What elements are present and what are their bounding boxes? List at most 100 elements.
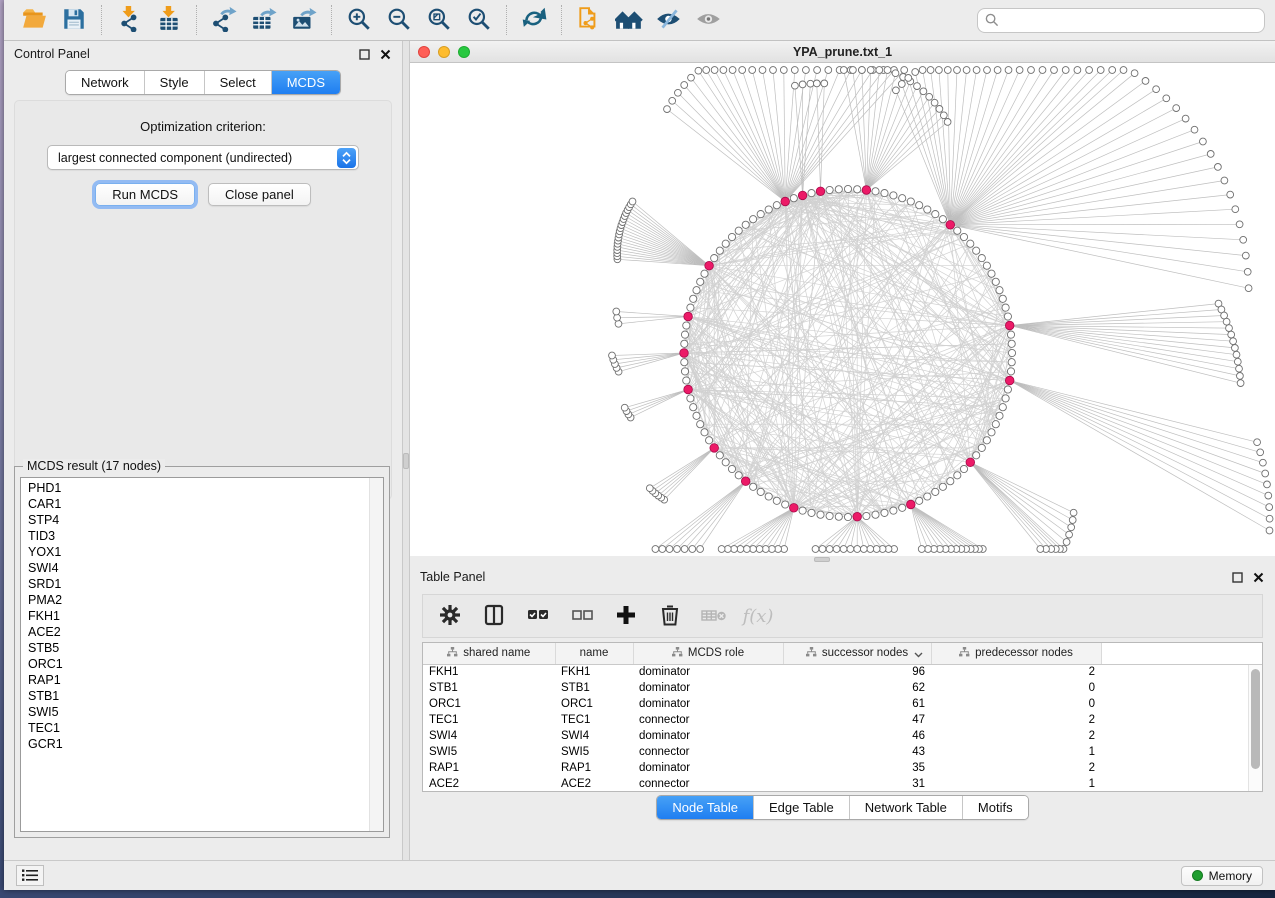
column-visibility-button[interactable] [477, 599, 511, 633]
open-session-button[interactable] [14, 3, 54, 37]
search-input[interactable] [977, 8, 1265, 33]
select-stepper-icon [337, 148, 356, 168]
mcds-list-scrollbar[interactable] [369, 478, 383, 831]
optimization-criterion-label: Optimization criterion: [15, 119, 391, 134]
table-row[interactable]: STB1STB1dominator620 [423, 680, 1262, 696]
column-header-successor-nodes[interactable]: successor nodes [783, 643, 931, 664]
cell-MCDS-role: dominator [633, 760, 783, 776]
refresh-layout-button[interactable] [514, 3, 554, 37]
mcds-result-item[interactable]: SWI4 [21, 560, 383, 576]
select-all-columns-icon [525, 603, 551, 630]
vertical-splitter-grip[interactable] [403, 453, 409, 469]
export-network-button[interactable] [204, 3, 244, 37]
cell-MCDS-role: dominator [633, 664, 783, 680]
close-window-icon[interactable] [418, 46, 430, 58]
column-header-name[interactable]: name [555, 643, 633, 664]
optimization-criterion-select[interactable]: largest connected component (undirected) [47, 145, 359, 170]
mcds-result-item[interactable]: STB5 [21, 640, 383, 656]
first-neighbors-button[interactable] [609, 3, 649, 37]
tab-motifs[interactable]: Motifs [962, 796, 1028, 819]
mcds-result-item[interactable]: TEC1 [21, 720, 383, 736]
tab-select[interactable]: Select [204, 71, 271, 94]
import-network-button[interactable] [109, 3, 149, 37]
memory-button[interactable]: Memory [1181, 866, 1263, 886]
import-table-icon [156, 6, 182, 35]
column-header-MCDS-role[interactable]: MCDS role [633, 643, 783, 664]
mcds-result-item[interactable]: GCR1 [21, 736, 383, 752]
mcds-result-item[interactable]: CAR1 [21, 496, 383, 512]
memory-status-icon [1192, 870, 1203, 881]
hide-selected-button[interactable] [649, 3, 689, 37]
mcds-result-item[interactable]: STB1 [21, 688, 383, 704]
sort-desc-icon [914, 649, 923, 661]
horizontal-splitter[interactable] [410, 556, 1275, 564]
float-panel-icon[interactable] [358, 48, 371, 61]
close-panel-button[interactable]: Close panel [208, 183, 311, 206]
network-canvas[interactable] [410, 63, 1275, 556]
hide-selected-icon [655, 6, 683, 35]
show-panels-menu-button[interactable] [16, 865, 44, 886]
mcds-result-item[interactable]: STP4 [21, 512, 383, 528]
select-all-columns-button[interactable] [521, 599, 555, 633]
export-table-icon [251, 6, 277, 35]
network-graph[interactable] [410, 63, 1275, 556]
tab-edge-table[interactable]: Edge Table [753, 796, 849, 819]
zoom-selected-button[interactable] [459, 3, 499, 37]
table-scrollbar[interactable] [1248, 665, 1262, 791]
tab-network[interactable]: Network [66, 71, 144, 94]
mcds-result-item[interactable]: ORC1 [21, 656, 383, 672]
minimize-window-icon[interactable] [438, 46, 450, 58]
table-scrollbar-thumb[interactable] [1251, 669, 1260, 769]
table-row[interactable]: RAP1RAP1dominator352 [423, 760, 1262, 776]
mcds-result-item[interactable]: SRD1 [21, 576, 383, 592]
mcds-result-item[interactable]: PHD1 [21, 480, 383, 496]
tab-style[interactable]: Style [144, 71, 204, 94]
float-table-panel-icon[interactable] [1231, 571, 1244, 584]
mcds-result-item[interactable]: SWI5 [21, 704, 383, 720]
column-header-shared-name[interactable]: shared name [423, 643, 555, 664]
import-table-button[interactable] [149, 3, 189, 37]
mcds-result-item[interactable]: ACE2 [21, 624, 383, 640]
memory-label: Memory [1209, 869, 1252, 883]
column-visibility-icon [482, 603, 506, 630]
table-settings-button[interactable] [433, 599, 467, 633]
export-image-button[interactable] [284, 3, 324, 37]
table-row[interactable]: SWI5SWI5connector431 [423, 744, 1262, 760]
close-panel-icon[interactable] [379, 48, 392, 61]
export-table-button[interactable] [244, 3, 284, 37]
horizontal-splitter-grip[interactable] [814, 557, 830, 562]
tab-network-table[interactable]: Network Table [849, 796, 962, 819]
tab-node-table[interactable]: Node Table [657, 796, 753, 819]
add-column-button[interactable] [609, 599, 643, 633]
maximize-window-icon[interactable] [458, 46, 470, 58]
mcds-result-item[interactable]: PMA2 [21, 592, 383, 608]
control-panel-header: Control Panel [4, 41, 402, 67]
close-table-panel-icon[interactable] [1252, 571, 1265, 584]
save-session-button[interactable] [54, 3, 94, 37]
mcds-result-item[interactable]: RAP1 [21, 672, 383, 688]
zoom-fit-button[interactable] [419, 3, 459, 37]
cell-shared-name: FKH1 [423, 664, 555, 680]
mcds-result-item[interactable]: FKH1 [21, 608, 383, 624]
mcds-result-item[interactable]: TID3 [21, 528, 383, 544]
mcds-result-group: MCDS result (17 nodes) PHD1CAR1STP4TID3Y… [14, 466, 390, 838]
mcds-result-list[interactable]: PHD1CAR1STP4TID3YOX1SWI4SRD1PMA2FKH1ACE2… [20, 477, 384, 832]
zoom-out-button[interactable] [379, 3, 419, 37]
tab-mcds[interactable]: MCDS [271, 71, 340, 94]
first-neighbors-icon [615, 6, 643, 35]
table-row[interactable]: TEC1TEC1connector472 [423, 712, 1262, 728]
mcds-result-item[interactable]: YOX1 [21, 544, 383, 560]
column-header-predecessor-nodes[interactable]: predecessor nodes [931, 643, 1101, 664]
table-row[interactable]: ACE2ACE2connector311 [423, 776, 1262, 792]
duplicate-network-button[interactable] [569, 3, 609, 37]
zoom-in-button[interactable] [339, 3, 379, 37]
table-row[interactable]: SWI4SWI4dominator462 [423, 728, 1262, 744]
run-mcds-button[interactable]: Run MCDS [95, 183, 195, 206]
table-row[interactable]: ORC1ORC1dominator610 [423, 696, 1262, 712]
toolbar-separator [196, 5, 197, 35]
cell-successor-nodes: 96 [783, 664, 931, 680]
table-row[interactable]: FKH1FKH1dominator962 [423, 664, 1262, 680]
vertical-splitter[interactable] [402, 41, 410, 860]
deselect-all-columns-button[interactable] [565, 599, 599, 633]
delete-column-button[interactable] [653, 599, 687, 633]
